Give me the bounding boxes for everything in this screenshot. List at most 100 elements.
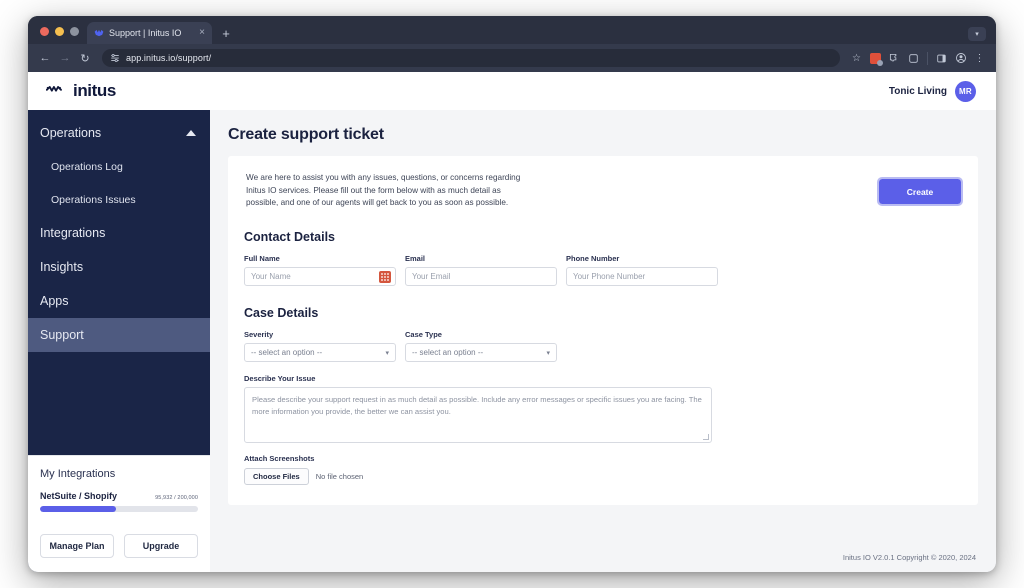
minimize-window-button[interactable] [55,27,64,36]
sidebar-item-support[interactable]: Support [28,318,210,352]
case-type-label: Case Type [405,330,442,340]
plan-buttons: Manage Plan Upgrade [40,534,198,558]
url-text: app.initus.io/support/ [126,53,212,63]
initus-favicon [94,29,104,37]
profile-icon[interactable] [952,50,969,67]
browser-toolbar: ← → ↻ app.initus.io/support/ ☆ ⋮ [28,44,996,72]
usage-progress-bar [40,506,198,512]
sidebar-item-operations[interactable]: Operations [28,116,210,150]
sidebar-nav: Operations Operations Log Operations Iss… [28,110,210,352]
extension-badge-icon[interactable] [867,50,884,67]
full-name-group: Full Name Your Name [244,254,396,287]
case-type-group: Case Type -- select an option -- ▾ [405,330,557,363]
full-name-label: Full Name [244,254,280,264]
support-form-card: We are here to assist you with any issue… [228,156,978,506]
chevron-down-icon: ▾ [385,349,389,357]
describe-placeholder: Please describe your support request in … [252,395,702,416]
initus-logo[interactable]: initus [46,81,116,101]
main-content: Create support ticket We are here to ass… [210,110,996,572]
address-bar[interactable]: app.initus.io/support/ [102,49,840,67]
describe-group: Describe Your Issue Please describe your… [244,374,960,444]
app-header: initus Tonic Living MR [28,72,996,110]
severity-label: Severity [244,330,274,340]
sidebar-item-label: Operations Issues [51,193,136,206]
browser-tabstrip: Support | Initus IO × + ▾ [28,16,996,44]
close-window-button[interactable] [40,27,49,36]
sidebar-item-integrations[interactable]: Integrations [28,216,210,250]
email-placeholder: Your Email [412,272,451,282]
email-label: Email [405,254,426,264]
file-input-row: Choose Files No file chosen [244,468,960,486]
browser-window: Support | Initus IO × + ▾ ← → ↻ app.init… [28,16,996,572]
case-type-select[interactable]: -- select an option -- ▾ [405,343,557,363]
email-field[interactable]: Your Email [405,267,557,287]
sidebar-item-label: Insights [40,260,84,274]
severity-group: Severity -- select an option -- ▾ [244,330,396,363]
integration-usage-count: 95,932 / 200,000 [155,495,198,501]
phone-group: Phone Number Your Phone Number [566,254,718,287]
full-name-placeholder: Your Name [251,272,291,282]
email-group: Email Your Email [405,254,557,287]
severity-select[interactable]: -- select an option -- ▾ [244,343,396,363]
window-controls[interactable] [36,27,87,44]
manage-plan-button[interactable]: Manage Plan [40,534,114,558]
phone-field[interactable]: Your Phone Number [566,267,718,287]
autofill-icon[interactable] [379,270,391,283]
describe-textarea[interactable]: Please describe your support request in … [244,387,712,444]
window-menu-caret-icon[interactable]: ▾ [968,27,986,41]
maximize-window-button[interactable] [70,27,79,36]
browser-tab[interactable]: Support | Initus IO × [87,22,212,44]
split-screen-icon[interactable] [905,50,922,67]
sidebar: Operations Operations Log Operations Iss… [28,110,210,572]
attach-group: Attach Screenshots Choose Files No file … [244,454,960,486]
close-tab-button[interactable]: × [198,28,206,38]
site-settings-icon[interactable] [110,53,120,63]
contact-details-heading: Contact Details [244,230,335,245]
chevron-down-icon: ▾ [546,349,550,357]
sidebar-item-apps[interactable]: Apps [28,284,210,318]
reload-button[interactable]: ↻ [76,49,94,67]
avatar[interactable]: MR [955,80,976,102]
file-status-text: No file chosen [315,472,364,482]
sidebar-item-label: Operations Log [51,160,123,173]
initus-logo-icon [46,85,62,92]
describe-label: Describe Your Issue [244,374,316,384]
phone-label: Phone Number [566,254,620,264]
side-panel-icon[interactable] [933,50,950,67]
back-button[interactable]: ← [36,49,54,67]
upgrade-button[interactable]: Upgrade [124,534,198,558]
integration-usage-row: NetSuite / Shopify 95,932 / 200,000 [40,491,198,501]
sidebar-item-label: Support [40,328,84,342]
full-name-input[interactable]: Your Name [244,267,396,287]
body-row: Operations Operations Log Operations Iss… [28,110,996,572]
integration-name: NetSuite / Shopify [40,491,118,501]
forward-button[interactable]: → [56,49,74,67]
tab-title: Support | Initus IO [109,28,182,38]
sidebar-item-operations-issues[interactable]: Operations Issues [28,183,210,216]
caret-up-icon[interactable] [186,130,196,136]
resize-handle[interactable] [703,434,709,441]
usage-progress-fill [40,506,116,512]
new-tab-button[interactable]: + [216,22,236,44]
my-integrations-title: My Integrations [40,468,116,480]
page-title: Create support ticket [228,126,384,143]
intro-text: We are here to assist you with any issue… [246,173,521,208]
extensions-puzzle-icon[interactable] [886,50,903,67]
user-area[interactable]: Tonic Living MR [889,80,976,102]
logo-text: initus [73,81,116,100]
choose-files-button[interactable]: Choose Files [244,468,309,486]
case-details-heading: Case Details [244,306,319,321]
sidebar-item-insights[interactable]: Insights [28,250,210,284]
my-integrations-panel: My Integrations NetSuite / Shopify 95,93… [28,455,210,572]
chrome-menu-icon[interactable]: ⋮ [971,50,988,67]
page-viewport: initus Tonic Living MR Operations Operat… [28,72,996,572]
sidebar-item-label: Apps [40,294,69,308]
sidebar-item-operations-log[interactable]: Operations Log [28,150,210,183]
severity-selected-value: -- select an option -- [251,348,323,358]
attach-label: Attach Screenshots [244,454,315,464]
bookmark-star-icon[interactable]: ☆ [848,50,865,67]
sidebar-item-label: Operations [40,126,102,140]
toolbar-divider [927,51,928,65]
create-button[interactable]: Create [877,177,963,206]
